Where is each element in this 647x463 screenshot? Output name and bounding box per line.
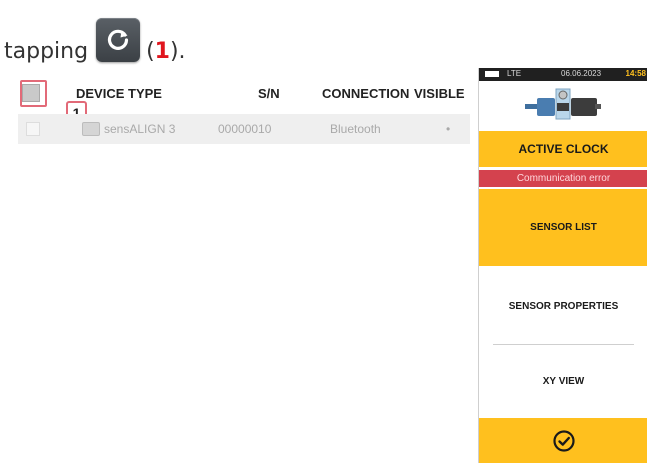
status-bar: LTE 06.06.2023 14:58	[479, 68, 647, 81]
signal-indicator: LTE	[507, 69, 522, 78]
callout-number: 1	[154, 39, 170, 64]
xy-view-button[interactable]: XY VIEW	[479, 344, 647, 418]
machine-train-icon	[525, 88, 601, 120]
sensor-list-button[interactable]: SENSOR LIST	[479, 189, 647, 266]
cell-visible: •	[446, 122, 451, 136]
column-serial: S/N	[258, 86, 280, 101]
column-connection: CONNECTION	[322, 86, 410, 101]
sensor-table: 1 DEVICE TYPE S/N CONNECTION VISIBLE sen…	[10, 74, 470, 454]
row-checkbox[interactable]	[26, 122, 40, 136]
callout-highlight	[20, 80, 47, 107]
sensor-icon	[82, 122, 100, 136]
cell-connection: Bluetooth	[330, 122, 381, 136]
column-visible: VISIBLE	[414, 86, 465, 101]
status-date: 06.06.2023	[561, 69, 602, 78]
confirm-button[interactable]	[479, 418, 647, 463]
table-row[interactable]: sensALIGN 3 00000010 Bluetooth •	[18, 114, 470, 144]
cell-device-type: sensALIGN 3	[104, 122, 176, 136]
instruction-paren-open: (	[146, 39, 155, 64]
column-device-type: DEVICE TYPE	[76, 86, 162, 101]
refresh-icon	[96, 18, 141, 62]
table-header: 1 DEVICE TYPE S/N CONNECTION VISIBLE	[10, 74, 470, 124]
communication-error-banner: Communication error	[479, 170, 647, 187]
device-side-panel: LTE 06.06.2023 14:58 ACTIVE CLOCK Commun…	[478, 68, 647, 463]
active-clock-button[interactable]: ACTIVE CLOCK	[479, 131, 647, 167]
instruction-text: tapping ( 1 ).	[4, 14, 186, 64]
instruction-prefix: tapping	[4, 39, 89, 64]
battery-icon	[485, 71, 499, 77]
status-time: 14:58	[625, 69, 646, 78]
instruction-paren-close: ).	[169, 39, 186, 64]
cell-serial: 00000010	[218, 122, 272, 136]
checkmark-circle-icon	[552, 429, 575, 452]
sensor-properties-button[interactable]: SENSOR PROPERTIES	[479, 268, 647, 344]
